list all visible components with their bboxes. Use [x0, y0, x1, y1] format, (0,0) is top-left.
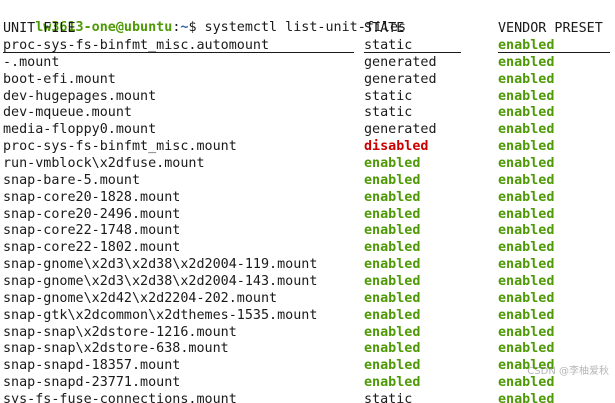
- table-row: snap-core22-1748.mount enabled enabled: [3, 222, 613, 239]
- header-state: STATE: [364, 21, 405, 36]
- vendor-preset: enabled: [498, 71, 555, 87]
- vendor-preset: enabled: [498, 54, 555, 70]
- vendor-preset: enabled: [498, 341, 555, 357]
- table-row: snap-gtk\x2dcommon\x2dthemes-1535.mount e…: [3, 307, 613, 324]
- table-row: snap-gnome\x2d3\x2d38\x2d2004-143.mount e…: [3, 273, 613, 290]
- unit-file-name: sys-fs-fuse-connections.mount: [3, 391, 237, 403]
- vendor-preset: enabled: [498, 324, 555, 340]
- vendor-preset: enabled: [498, 391, 555, 403]
- table-row: snap-snap\x2dstore-1216.mount enabled enab…: [3, 324, 613, 341]
- unit-state: enabled: [364, 324, 421, 340]
- command-prompt-line: lw3613-one@ubuntu:~$ systemctl list-unit…: [3, 2, 406, 35]
- table-row: dev-mqueue.mount static enabled: [3, 104, 613, 121]
- terminal-window[interactable]: lw3613-one@ubuntu:~$ systemctl list-unit…: [0, 0, 615, 403]
- unit-file-name: snap-snap\x2dstore-638.mount: [3, 341, 229, 357]
- unit-state: enabled: [364, 156, 421, 171]
- unit-state: static: [364, 38, 413, 53]
- vendor-preset: enabled: [498, 172, 555, 188]
- unit-file-name: snap-snap\x2dstore-1216.mount: [3, 324, 237, 340]
- unit-file-name: snap-gnome\x2d3\x2d38\x2d2004-143.mount: [3, 273, 318, 289]
- unit-file-name: snap-gtk\x2dcommon\x2dthemes-1535.mount: [3, 307, 318, 323]
- table-row: snap-core20-2496.mount enabled enabled: [3, 206, 613, 223]
- vendor-preset: enabled: [498, 206, 555, 222]
- table-row: snap-gnome\x2d3\x2d38\x2d2004-119.mount e…: [3, 256, 613, 273]
- unit-state: enabled: [364, 307, 421, 323]
- unit-state: enabled: [364, 189, 421, 205]
- unit-state: generated: [364, 122, 437, 138]
- table-row: boot-efi.mount generated enabled: [3, 71, 613, 88]
- table-row: snap-bare-5.mount enabled enabled: [3, 172, 613, 189]
- vendor-preset: enabled: [498, 156, 555, 171]
- unit-state: enabled: [364, 273, 421, 289]
- unit-file-name: snap-core20-2496.mount: [3, 206, 181, 222]
- unit-state: enabled: [364, 358, 421, 374]
- unit-state: enabled: [364, 257, 421, 273]
- unit-state: enabled: [364, 223, 421, 239]
- unit-file-name: -.mount: [3, 54, 60, 70]
- vendor-preset: enabled: [498, 189, 555, 205]
- table-row: snap-core22-1802.mount enabled enabled: [3, 239, 613, 256]
- header-unit-file: UNIT FILE: [3, 21, 76, 36]
- unit-state: generated: [364, 71, 437, 87]
- unit-state: static: [364, 105, 413, 121]
- unit-file-name: snap-gnome\x2d3\x2d38\x2d2004-119.mount: [3, 257, 318, 273]
- vendor-preset: enabled: [498, 257, 555, 273]
- table-row: snap-snap\x2dstore-638.mount enabled enabl…: [3, 340, 613, 357]
- table-row: snap-snapd-23771.mount enabled enabled: [3, 374, 613, 391]
- unit-file-name: snap-core22-1748.mount: [3, 223, 181, 239]
- unit-state: static: [364, 391, 413, 403]
- unit-file-name: dev-hugepages.mount: [3, 88, 157, 104]
- table-row: media-floppy0.mount generated enabled: [3, 121, 613, 138]
- table-row: snap-core20-1828.mount enabled enabled: [3, 189, 613, 206]
- watermark-text: CSDN @李柚爱秋: [527, 366, 609, 377]
- unit-file-name: dev-mqueue.mount: [3, 105, 132, 121]
- table-row: proc-sys-fs-binfmt_misc.automount static e…: [3, 37, 613, 54]
- vendor-preset: enabled: [498, 223, 555, 239]
- unit-state: generated: [364, 54, 437, 70]
- vendor-preset: enabled: [498, 122, 555, 138]
- table-row: proc-sys-fs-binfmt_misc.mount disabled ena…: [3, 138, 613, 155]
- unit-state: enabled: [364, 290, 421, 306]
- unit-state: enabled: [364, 341, 421, 357]
- unit-file-name: snap-snapd-23771.mount: [3, 375, 181, 390]
- unit-state: enabled: [364, 375, 421, 390]
- header-vendor-preset: VENDOR PRESET: [498, 21, 603, 36]
- vendor-preset: enabled: [498, 38, 555, 53]
- table-row: run-vmblock\x2dfuse.mount enabled enabled: [3, 155, 613, 172]
- unit-state: enabled: [364, 172, 421, 188]
- unit-file-name: media-floppy0.mount: [3, 122, 157, 138]
- unit-state: disabled: [364, 139, 429, 155]
- vendor-preset: enabled: [498, 273, 555, 289]
- unit-state: enabled: [364, 240, 421, 256]
- table-row: -.mount generated enabled: [3, 54, 613, 71]
- table-row: snap-snapd-18357.mount enabled enabled: [3, 357, 613, 374]
- unit-state: static: [364, 88, 413, 104]
- unit-file-name: snap-gnome\x2d42\x2d2204-202.mount: [3, 290, 278, 306]
- unit-file-name: proc-sys-fs-binfmt_misc.automount: [3, 38, 270, 53]
- unit-file-name: boot-efi.mount: [3, 71, 116, 87]
- vendor-preset: enabled: [498, 307, 555, 323]
- vendor-preset: enabled: [498, 240, 555, 256]
- unit-file-name: snap-core22-1802.mount: [3, 240, 181, 256]
- vendor-preset: enabled: [498, 105, 555, 121]
- vendor-preset: enabled: [498, 290, 555, 306]
- table-row: sys-fs-fuse-connections.mount static enabl…: [3, 391, 613, 403]
- unit-state: enabled: [364, 206, 421, 222]
- unit-file-name: snap-bare-5.mount: [3, 172, 141, 188]
- unit-file-name: proc-sys-fs-binfmt_misc.mount: [3, 139, 237, 155]
- table-row: dev-hugepages.mount static enabled: [3, 88, 613, 105]
- unit-file-name: snap-core20-1828.mount: [3, 189, 181, 205]
- vendor-preset: enabled: [498, 139, 555, 155]
- table-header: UNIT FILE STATE VENDOR PRESET: [3, 20, 613, 37]
- table-row: snap-gnome\x2d42\x2d2204-202.mount enable…: [3, 290, 613, 307]
- vendor-preset: enabled: [498, 88, 555, 104]
- unit-file-name: snap-snapd-18357.mount: [3, 358, 181, 374]
- unit-file-name: run-vmblock\x2dfuse.mount: [3, 156, 205, 171]
